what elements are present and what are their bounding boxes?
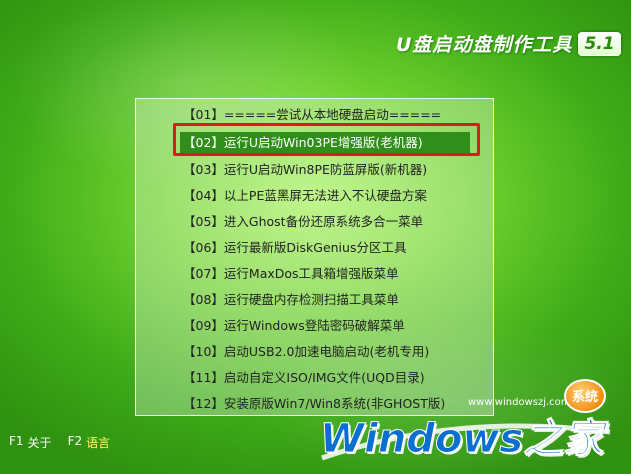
f2-language-key[interactable]: F2 语言 [68,434,111,451]
menu-item-06[interactable]: 【06】运行最新版DiskGenius分区工具 [183,237,406,259]
f2-action-label: 语言 [86,436,111,450]
f1-key-label: F1 [9,434,24,448]
selection-highlight-frame [173,123,480,156]
function-key-bar: F1 关于 F2 语言 [9,434,110,451]
app-title: U盘启动盘制作工具 5.1 [396,30,621,57]
f2-key-label: F2 [67,434,83,448]
menu-item-09[interactable]: 【09】运行Windows登陆密码破解菜单 [183,315,405,337]
f1-about-key[interactable]: F1 关于 [9,434,52,451]
menu-item-08[interactable]: 【08】运行硬盘内存检测扫描工具菜单 [183,289,399,311]
version-badge: 5.1 [578,31,621,56]
menu-item-07[interactable]: 【07】运行MaxDos工具箱增强版菜单 [183,263,399,285]
menu-item-05[interactable]: 【05】进入Ghost备份还原系统多合一菜单 [183,211,423,233]
menu-item-10[interactable]: 【10】启动USB2.0加速电脑启动(老机专用) [183,341,429,363]
app-title-text: U盘启动盘制作工具 [396,34,573,56]
watermark-logo: Windows之家 [319,416,604,463]
site-watermark: www.windowszj.com 系统 Windows之家 [318,378,618,470]
menu-item-03[interactable]: 【03】运行U启动Win8PE防蓝屏版(新机器) [183,159,427,181]
menu-item-04[interactable]: 【04】以上PE蓝黑屏无法进入不认硬盘方案 [183,185,427,207]
f1-action-label: 关于 [27,436,52,450]
